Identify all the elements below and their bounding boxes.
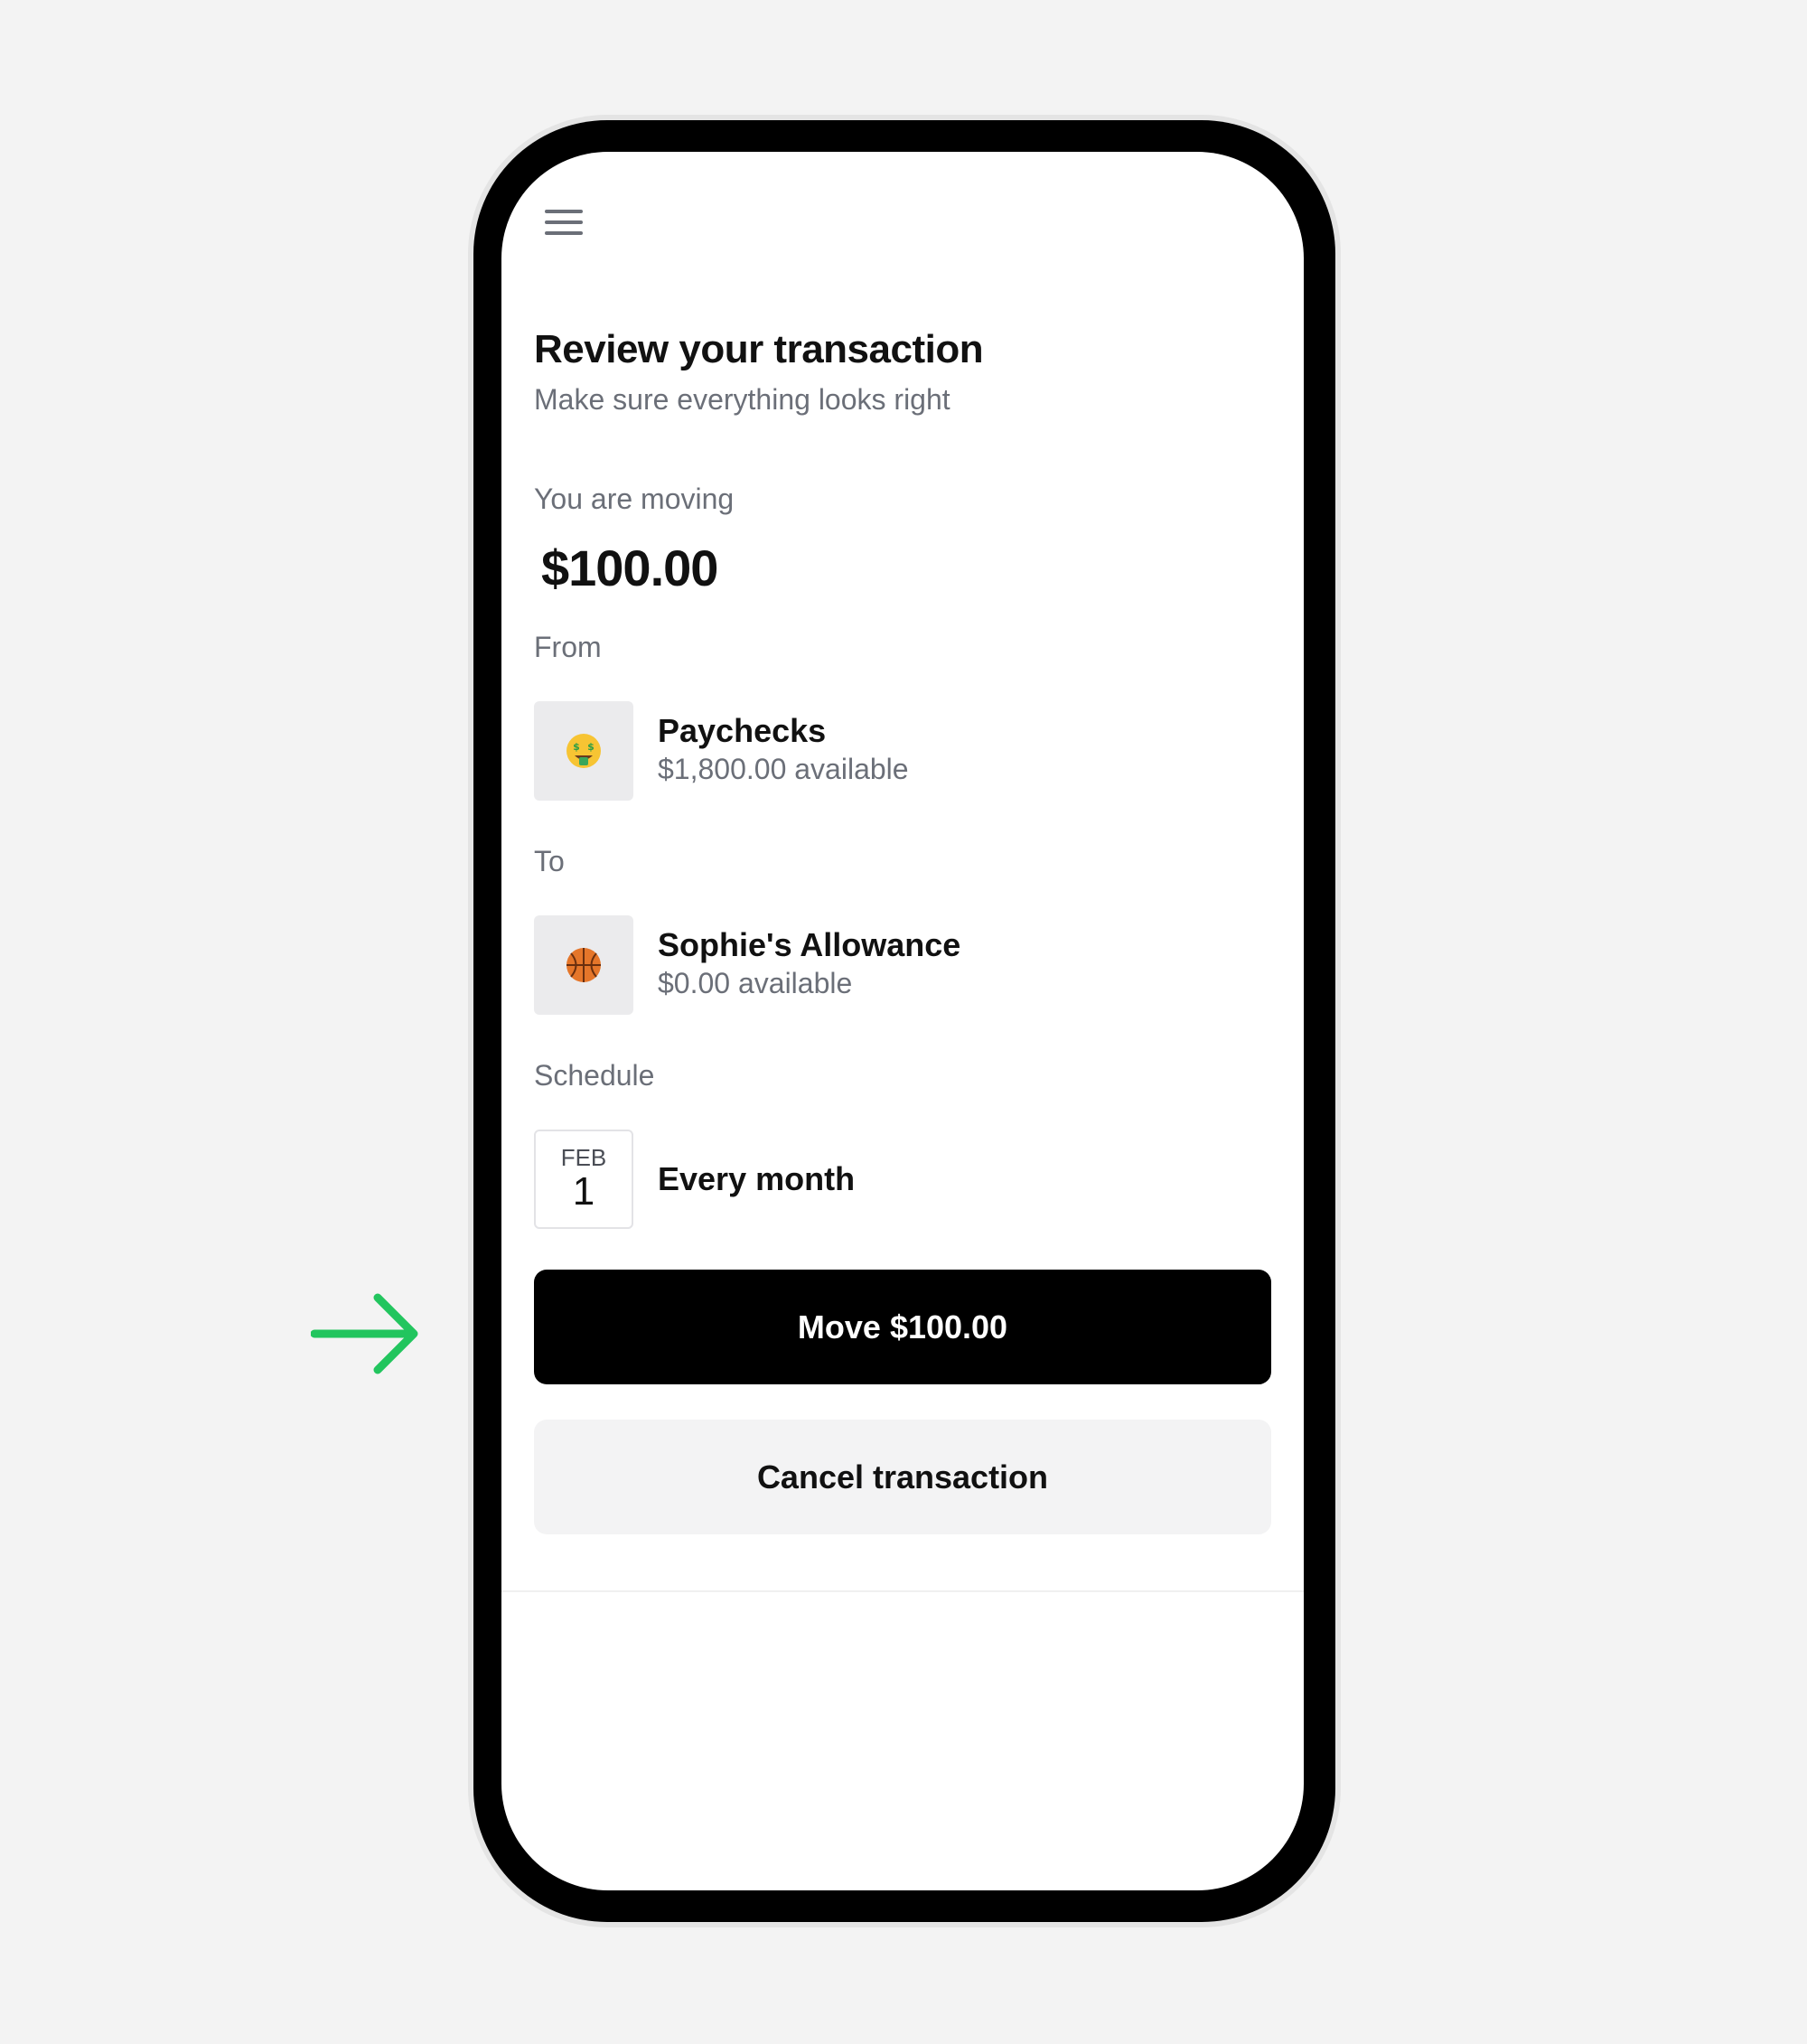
page-subtitle: Make sure everything looks right — [534, 383, 950, 416]
from-label: From — [534, 631, 602, 663]
to-account[interactable]: Sophie's Allowance $0.00 available — [534, 915, 1275, 1015]
cancel-transaction-button[interactable]: Cancel transaction — [534, 1420, 1271, 1534]
schedule-frequency: Every month — [658, 1160, 856, 1197]
from-account[interactable]: $ $ Paychecks $1,800.00 available — [534, 701, 1275, 801]
hamburger-menu-icon[interactable] — [545, 206, 585, 242]
arrow-right-icon — [311, 1293, 418, 1374]
schedule-day: 1 — [572, 1169, 595, 1214]
divider — [501, 1590, 1304, 1592]
phone-screen: Review your transaction Make sure everyt… — [501, 152, 1304, 1890]
to-label: To — [534, 845, 565, 877]
transfer-amount: $100.00 — [541, 539, 718, 596]
schedule-label: Schedule — [534, 1059, 655, 1092]
moving-label: You are moving — [534, 483, 735, 515]
schedule-row[interactable]: FEB 1 Every month — [534, 1130, 1275, 1229]
svg-text:$: $ — [573, 741, 580, 753]
page-title: Review your transaction — [534, 327, 984, 371]
from-account-name: Paychecks — [658, 712, 827, 749]
to-account-name: Sophie's Allowance — [658, 926, 961, 963]
svg-text:$: $ — [587, 741, 595, 753]
basketball-emoji-icon — [534, 915, 633, 1015]
calendar-date-icon: FEB 1 — [534, 1130, 633, 1229]
from-account-balance: $1,800.00 available — [658, 753, 909, 785]
to-account-balance: $0.00 available — [658, 967, 853, 999]
move-money-button[interactable]: Move $100.00 — [534, 1270, 1271, 1384]
money-face-emoji-icon: $ $ — [534, 701, 633, 801]
schedule-month: FEB — [560, 1144, 607, 1171]
